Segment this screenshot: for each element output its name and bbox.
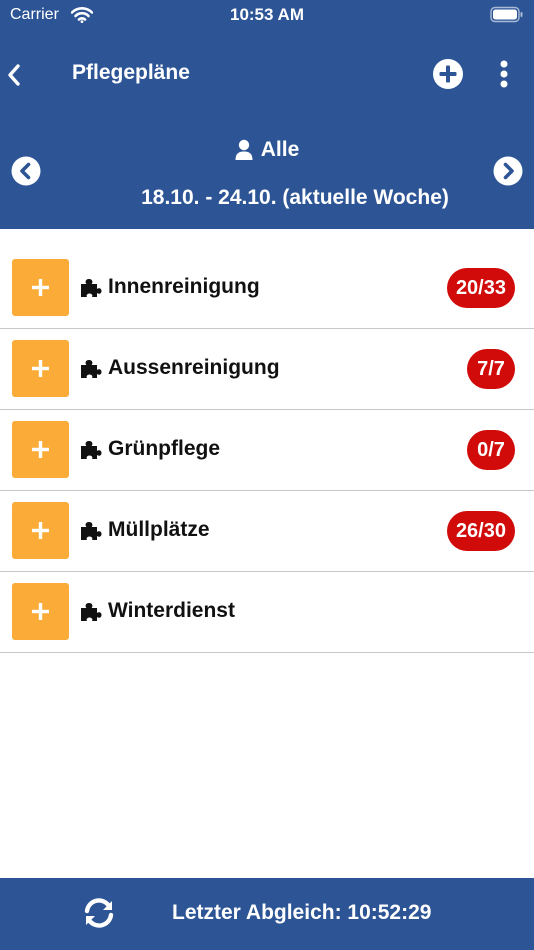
add-entry-button[interactable] (12, 421, 69, 478)
footer-bar: Letzter Abgleich: 10:52:29 (0, 878, 534, 950)
person-icon (235, 139, 253, 160)
list-item-label: Grünpflege (108, 437, 221, 460)
plus-icon (32, 279, 49, 296)
add-entry-button[interactable] (12, 502, 69, 559)
care-plan-list: Innenreinigung 20/33 Aussenreinigung 7/7… (0, 248, 534, 653)
chevron-left-circle-icon[interactable] (11, 156, 41, 186)
more-menu-button[interactable] (494, 58, 514, 90)
page-title: Pflegepläne (72, 61, 190, 84)
list-item[interactable]: Winterdienst (0, 572, 534, 653)
status-badge: 20/33 (446, 268, 515, 308)
chevron-right-circle-icon[interactable] (493, 156, 523, 186)
status-badge: 0/7 (467, 430, 515, 470)
add-entry-button[interactable] (12, 583, 69, 640)
plus-circle-icon[interactable] (432, 58, 464, 90)
status-badge: 7/7 (467, 349, 515, 389)
last-sync-label: Letzter Abgleich: 10:52:29 (172, 901, 432, 924)
status-bar: Carrier 10:53 AM (0, 0, 534, 30)
puzzle-icon (81, 522, 102, 540)
person-filter-label: Alle (260, 138, 300, 161)
clock: 10:53 AM (229, 5, 304, 24)
puzzle-icon (81, 441, 102, 459)
puzzle-icon (81, 279, 102, 297)
week-range: 18.10. - 24.10. (aktuelle Woche) (141, 186, 449, 209)
plus-icon (32, 522, 49, 539)
sync-icon[interactable] (82, 896, 116, 930)
plus-icon (32, 360, 49, 377)
header: Pflegepläne Alle 18.10. - 24.10. (aktuel… (0, 30, 534, 229)
status-badge: 26/30 (446, 511, 515, 551)
list-item-label: Innenreinigung (108, 275, 260, 298)
plus-icon (32, 441, 49, 458)
add-entry-button[interactable] (12, 340, 69, 397)
list-item[interactable]: Müllplätze 26/30 (0, 491, 534, 572)
more-vertical-icon (500, 60, 508, 88)
list-item-label: Winterdienst (108, 599, 235, 622)
add-entry-button[interactable] (12, 259, 69, 316)
back-button[interactable] (2, 60, 26, 90)
list-item-label: Aussenreinigung (108, 356, 280, 379)
list-item-label: Müllplätze (108, 518, 210, 541)
puzzle-icon (81, 603, 102, 621)
list-item[interactable]: Innenreinigung 20/33 (0, 248, 534, 329)
list-item[interactable]: Grünpflege 0/7 (0, 410, 534, 491)
person-filter[interactable]: Alle (0, 138, 534, 162)
battery-icon (490, 6, 523, 23)
puzzle-icon (81, 360, 102, 378)
chevron-left-icon (8, 64, 20, 86)
plus-icon (32, 603, 49, 620)
list-item[interactable]: Aussenreinigung 7/7 (0, 329, 534, 410)
